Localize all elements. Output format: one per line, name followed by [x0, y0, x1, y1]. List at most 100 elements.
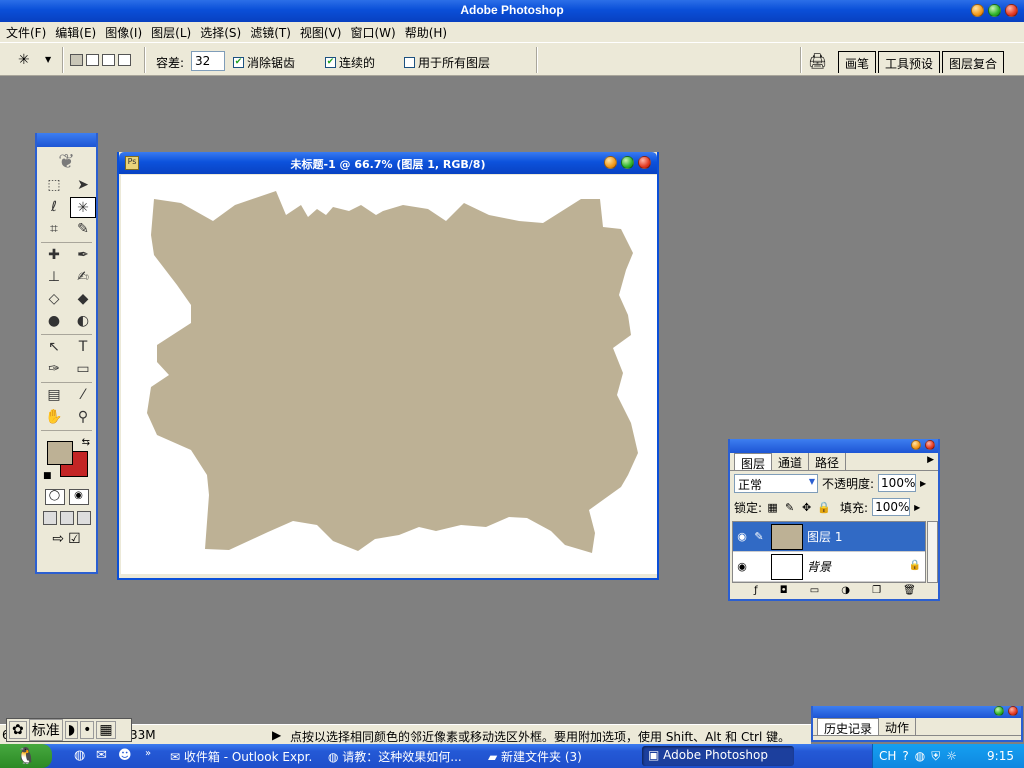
layers-palette-title-bar[interactable] — [730, 439, 938, 453]
lock-position-icon[interactable]: ✥ — [800, 501, 813, 514]
crop-tool-icon[interactable]: ⌗ — [41, 219, 67, 240]
opacity-slider-icon[interactable]: ▶ — [920, 479, 926, 488]
tab-history[interactable]: 历史记录 — [817, 718, 880, 736]
healing-brush-icon[interactable]: ✚ — [41, 245, 67, 266]
layer-brush-icon[interactable]: ✎ — [751, 530, 767, 543]
tool-preset-dropdown-icon[interactable]: ▼ — [45, 55, 51, 64]
lock-transparency-icon[interactable]: ▦ — [766, 501, 779, 514]
eraser-tool-icon[interactable]: ◇ — [41, 289, 67, 310]
weather-icon[interactable]: ☼ — [946, 749, 957, 763]
tab-channels[interactable]: 通道 — [772, 453, 810, 470]
quick-mask-icon[interactable]: ◉ — [68, 489, 89, 505]
adobe-feather-icon[interactable]: ❦ — [37, 147, 96, 175]
quicklaunch-ie-icon[interactable]: ◍ — [74, 748, 85, 763]
ime-logo-icon[interactable]: ✿ — [9, 721, 27, 739]
document-title-bar[interactable]: Ps 未标题-1 @ 66.7% (图层 1, RGB/8) — [119, 152, 657, 174]
well-tab-brushes[interactable]: 画笔 — [838, 51, 877, 73]
intersect-selection-icon[interactable] — [118, 54, 131, 66]
palette-minimize-button[interactable] — [911, 440, 921, 450]
minimize-button[interactable] — [971, 4, 984, 17]
quicklaunch-media-icon[interactable]: ✉ — [96, 748, 107, 763]
subtract-selection-icon[interactable] — [102, 54, 115, 66]
blend-mode-select[interactable]: 正常 ▼ — [734, 473, 818, 493]
quicklaunch-messenger-icon[interactable]: ☻ — [118, 748, 132, 763]
paint-bucket-icon[interactable]: ◆ — [70, 289, 96, 310]
task-folder[interactable]: ▰ 新建文件夹 (3) — [482, 746, 634, 766]
doc-maximize-button[interactable] — [621, 156, 634, 169]
visibility-eye-icon[interactable]: ◉ — [733, 530, 751, 543]
default-colors-icon[interactable]: ■ — [43, 471, 52, 481]
contiguous-checkbox[interactable]: ✔ 连续的 — [325, 54, 375, 71]
quicklaunch-more-icon[interactable]: » — [145, 748, 151, 759]
menu-image[interactable]: 图像(I) — [103, 24, 149, 41]
task-browser[interactable]: ◍ 请教：这种效果如何... — [322, 746, 474, 766]
palette-close-button[interactable] — [925, 440, 935, 450]
menu-filter[interactable]: 滤镜(T) — [248, 24, 298, 41]
lock-all-icon[interactable]: 🔒 — [817, 501, 831, 514]
close-button[interactable] — [1005, 4, 1018, 17]
eyedropper-icon[interactable]: ⁄ — [70, 385, 96, 406]
doc-minimize-button[interactable] — [604, 156, 617, 169]
magic-wand-tool-icon[interactable]: ✳ — [70, 197, 96, 218]
tab-layers[interactable]: 图层 — [734, 453, 773, 471]
foreground-color-swatch[interactable] — [47, 441, 73, 465]
notes-tool-icon[interactable]: ▤ — [41, 385, 67, 406]
menu-file[interactable]: 文件(F) — [4, 24, 53, 41]
path-select-icon[interactable]: ↖ — [41, 337, 67, 358]
swap-colors-icon[interactable]: ⇆ — [82, 437, 90, 448]
help-icon[interactable]: ? — [902, 749, 908, 763]
full-screen-menu-icon[interactable] — [59, 511, 74, 525]
opacity-input[interactable]: 100% — [878, 474, 917, 492]
menu-help[interactable]: 帮助(H) — [403, 24, 454, 41]
history-brush-icon[interactable]: ✍ — [70, 267, 96, 288]
well-tab-tool-presets[interactable]: 工具预设 — [878, 51, 941, 73]
type-tool-icon[interactable]: T — [70, 337, 96, 358]
menu-edit[interactable]: 编辑(E) — [53, 24, 103, 41]
start-button[interactable]: 🐧 — [0, 744, 52, 768]
fill-slider-icon[interactable]: ▶ — [914, 503, 920, 512]
shield-icon[interactable]: ⛨ — [931, 749, 940, 764]
task-outlook[interactable]: ✉ 收件箱 - Outlook Expr... — [164, 746, 312, 766]
dodge-tool-icon[interactable]: ◐ — [70, 311, 96, 332]
adjustment-layer-icon[interactable]: ◑ — [841, 585, 850, 597]
layer-style-icon[interactable]: ƒ — [754, 585, 758, 597]
standard-mode-icon[interactable]: ◯ — [44, 489, 65, 505]
punctuation-icon[interactable]: • — [80, 721, 95, 739]
menu-view[interactable]: 视图(V) — [298, 24, 349, 41]
pen-tool-icon[interactable]: ✑ — [41, 359, 67, 380]
lock-pixels-icon[interactable]: ✎ — [783, 501, 796, 514]
clone-stamp-icon[interactable]: ⊥ — [41, 267, 67, 288]
slice-tool-icon[interactable]: ✎ — [70, 219, 96, 240]
clock[interactable]: 9:15 — [987, 749, 1014, 763]
soft-keyboard-icon[interactable]: ▦ — [96, 721, 116, 739]
palette-close-button[interactable] — [1008, 706, 1018, 716]
new-selection-icon[interactable] — [70, 54, 83, 66]
rectangle-tool-icon[interactable]: ▭ — [70, 359, 96, 380]
marquee-tool-icon[interactable]: ⬚ — [41, 175, 67, 196]
blur-tool-icon[interactable]: ● — [41, 311, 67, 332]
imageready-icon[interactable]: ☑ — [68, 531, 81, 547]
new-group-icon[interactable]: ▭ — [810, 585, 819, 597]
jump-to-imageready-icon[interactable]: ⇨ — [52, 531, 64, 547]
full-screen-icon[interactable] — [76, 511, 91, 525]
antialias-checkbox[interactable]: ✔ 消除锯齿 — [233, 54, 295, 71]
all-layers-checkbox[interactable]: 用于所有图层 — [404, 54, 490, 71]
half-width-icon[interactable]: ◗ — [64, 721, 79, 739]
add-selection-icon[interactable] — [86, 54, 99, 66]
network-icon[interactable]: ◍ — [915, 749, 925, 763]
doc-close-button[interactable] — [638, 156, 651, 169]
tab-actions[interactable]: 动作 — [879, 718, 917, 735]
brush-tool-icon[interactable]: ✒ — [70, 245, 96, 266]
layer-list-scrollbar[interactable] — [927, 521, 938, 583]
layer-row-layer1[interactable]: ◉ ✎ 图层 1 — [733, 522, 925, 552]
layer-row-background[interactable]: ◉ 背景 🔒 — [733, 552, 925, 582]
menu-select[interactable]: 选择(S) — [198, 24, 248, 41]
palette-menu-icon[interactable]: ▶ — [927, 453, 938, 470]
layer-mask-icon[interactable]: ◘ — [780, 585, 788, 597]
delete-layer-icon[interactable]: 🗑 — [903, 585, 916, 597]
visibility-eye-icon[interactable]: ◉ — [733, 560, 751, 573]
standard-screen-icon[interactable] — [42, 511, 57, 525]
maximize-button[interactable] — [988, 4, 1001, 17]
history-palette-title-bar[interactable] — [813, 706, 1021, 718]
zoom-tool-icon[interactable]: ⚲ — [70, 407, 96, 428]
